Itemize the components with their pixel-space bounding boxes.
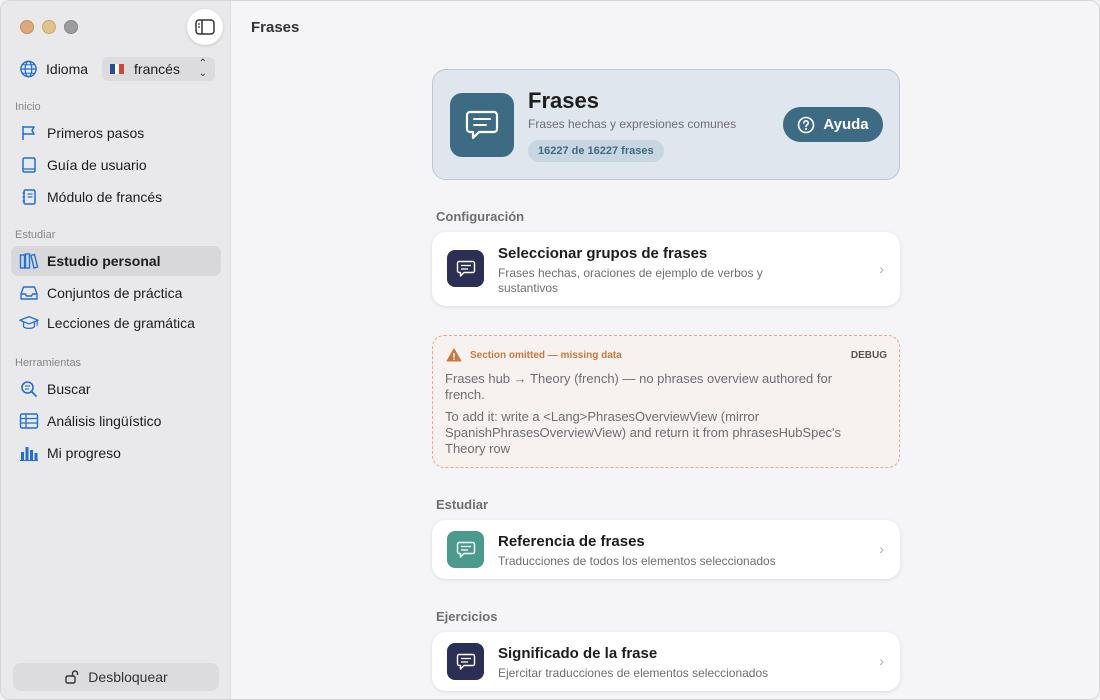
search-icon: [21, 381, 37, 397]
question-circle-icon: [798, 116, 815, 133]
sidebar-item-primeros-pasos[interactable]: Primeros pasos: [11, 118, 221, 148]
sidebar-item-label: Mi progreso: [47, 445, 121, 461]
card-title: Referencia de frases: [498, 533, 645, 550]
warning-icon: [446, 348, 462, 362]
speech-bubble-icon: [456, 541, 475, 558]
french-flag-icon: [110, 64, 125, 74]
minimize-window-button[interactable]: [42, 20, 56, 34]
graduation-cap-icon: [19, 316, 39, 329]
debug-message-2: To add it: write a <Lang>PhrasesOverview…: [445, 409, 842, 456]
card-title: Seleccionar grupos de frases: [498, 245, 708, 262]
card-icon-tile: [447, 250, 484, 287]
sidebar-item-buscar[interactable]: Buscar: [11, 374, 221, 404]
language-select[interactable]: francés ⌃ ⌄: [102, 57, 215, 81]
speech-bubble-icon: [456, 260, 475, 277]
books-icon: [19, 253, 39, 269]
language-label: Idioma: [46, 61, 89, 77]
phrase-reference-card[interactable]: Referencia de frases Traducciones de tod…: [432, 520, 900, 579]
bar-chart-icon: [20, 447, 38, 461]
group-label-configuracion: Configuración: [436, 209, 525, 224]
unlock-button[interactable]: Desbloquear: [13, 663, 219, 691]
app-window: Idioma francés ⌃ ⌄ Inicio Primeros pasos …: [0, 0, 1100, 700]
sidebar-item-label: Análisis lingüístico: [47, 413, 162, 429]
group-label-estudiar: Estudiar: [436, 497, 489, 512]
sidebar-item-mi-progreso[interactable]: Mi progreso: [11, 438, 221, 468]
sidebar-item-label: Primeros pasos: [47, 125, 145, 141]
select-phrase-groups-card[interactable]: Seleccionar grupos de frases Frases hech…: [432, 232, 900, 306]
debug-message-1: Frases hub → Theory (french) — no phrase…: [445, 371, 833, 402]
sidebar-item-lecciones-de-gramatica[interactable]: Lecciones de gramática: [11, 308, 221, 338]
page-title: Frases: [251, 19, 300, 36]
book-icon: [22, 157, 36, 173]
language-row: Idioma francés ⌃ ⌄: [19, 57, 215, 81]
flag-icon: [22, 126, 35, 140]
table-icon: [19, 413, 39, 429]
sidebar-item-modulo-de-frances[interactable]: Módulo de francés: [11, 182, 221, 212]
card-subtitle: Frases hechas, oraciones de ejemplo de v…: [498, 266, 763, 295]
card-subtitle: Traducciones de todos los elementos sele…: [498, 554, 776, 568]
debug-header: Section omitted — missing data: [446, 348, 622, 362]
speech-bubble-icon: [456, 653, 475, 670]
section-label-inicio: Inicio: [15, 101, 41, 113]
notebook-icon: [22, 189, 36, 205]
globe-icon: [20, 60, 37, 78]
debug-missing-section-panel: Section omitted — missing data DEBUG Fra…: [432, 335, 900, 468]
tray-icon: [20, 286, 38, 300]
sidebar-item-label: Buscar: [47, 381, 91, 397]
debug-warning-text: Section omitted — missing data: [470, 349, 622, 361]
unlock-label: Desbloquear: [88, 669, 168, 685]
sidebar-item-analisis-linguistico[interactable]: Análisis lingüístico: [11, 406, 221, 436]
sidebar-item-label: Lecciones de gramática: [47, 315, 195, 331]
section-label-herramientas: Herramientas: [15, 357, 82, 369]
sidebar-item-conjuntos-de-practica[interactable]: Conjuntos de práctica: [11, 278, 221, 308]
card-title: Significado de la frase: [498, 645, 658, 662]
help-label: Ayuda: [823, 116, 869, 133]
sidebar-item-label: Módulo de francés: [47, 189, 163, 205]
zoom-window-button[interactable]: [64, 20, 78, 34]
group-label-ejercicios: Ejercicios: [436, 609, 498, 624]
help-button[interactable]: Ayuda: [783, 107, 883, 142]
hero-subtitle: Frases hechas y expresiones comunes: [528, 117, 737, 131]
chevron-right-icon: ›: [879, 261, 884, 277]
phrase-count-badge: 16227 de 16227 frases: [528, 140, 664, 162]
card-icon-tile: [447, 531, 484, 568]
sidebar-item-label: Guía de usuario: [47, 157, 147, 173]
chevron-right-icon: ›: [879, 541, 884, 557]
speech-bubble-icon: [465, 110, 499, 140]
hero-icon-tile: [450, 93, 514, 157]
sidebar-icon: [195, 19, 215, 35]
card-icon-tile: [447, 643, 484, 680]
card-subtitle: Ejercitar traducciones de elementos sele…: [498, 666, 769, 680]
phrase-meaning-card[interactable]: Significado de la frase Ejercitar traduc…: [432, 632, 900, 691]
sidebar-item-label: Conjuntos de práctica: [47, 285, 183, 301]
hero-title: Frases: [528, 88, 599, 113]
hero-card: Frases Frases hechas y expresiones comun…: [432, 69, 900, 180]
debug-tag: DEBUG: [850, 350, 887, 361]
sidebar-toggle-button[interactable]: [187, 9, 223, 45]
sidebar-item-label: Estudio personal: [47, 253, 161, 269]
close-window-button[interactable]: [20, 20, 34, 34]
lock-open-icon: [65, 670, 79, 684]
sidebar-item-guia-de-usuario[interactable]: Guía de usuario: [11, 150, 221, 180]
window-controls: [20, 20, 78, 34]
chevron-right-icon: ›: [879, 653, 884, 669]
chevron-up-down-icon: ⌃ ⌄: [198, 58, 207, 79]
sidebar: Idioma francés ⌃ ⌄ Inicio Primeros pasos …: [1, 1, 231, 699]
section-label-estudiar: Estudiar: [15, 229, 56, 241]
language-value: francés: [134, 61, 180, 77]
sidebar-item-estudio-personal[interactable]: Estudio personal: [11, 246, 221, 276]
